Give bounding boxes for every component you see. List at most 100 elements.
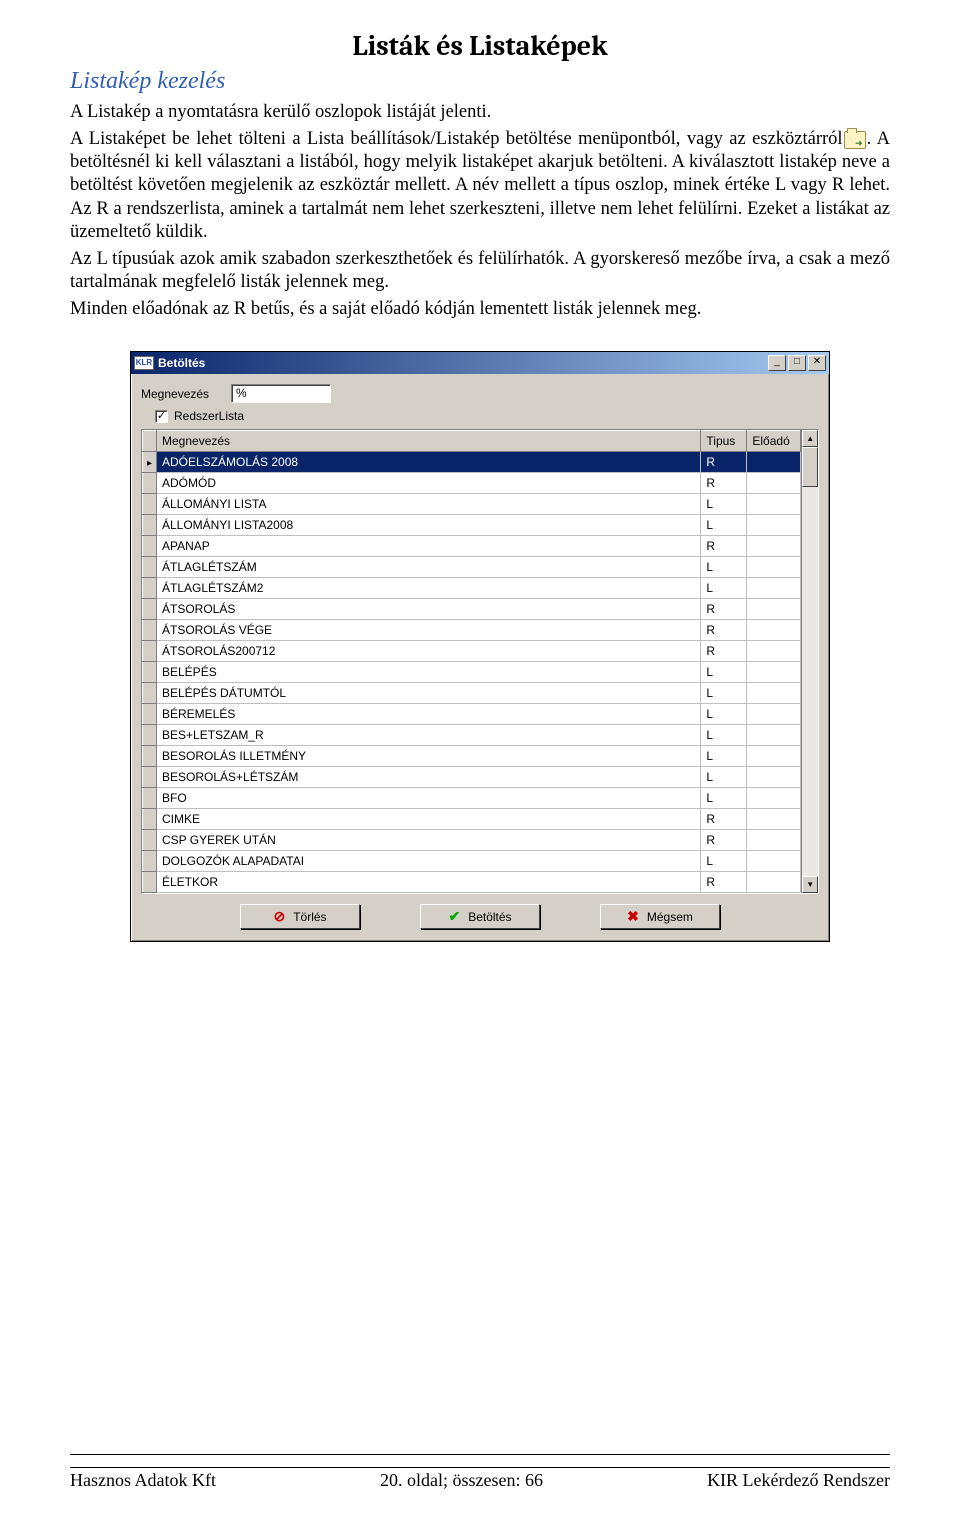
cell-eloado[interactable] [747, 767, 801, 788]
scroll-up-icon[interactable]: ▲ [802, 430, 818, 447]
cell-eloado[interactable] [747, 620, 801, 641]
table-row[interactable]: ADÓELSZÁMOLÁS 2008R [143, 452, 801, 473]
table-row[interactable]: BESOROLÁS+LÉTSZÁML [143, 767, 801, 788]
scroll-track[interactable] [802, 447, 818, 876]
cell-tipus[interactable]: R [701, 641, 747, 662]
cell-tipus[interactable]: L [701, 515, 747, 536]
table-row[interactable]: CIMKER [143, 809, 801, 830]
maximize-button[interactable]: □ [788, 355, 806, 371]
system-list-checkbox[interactable] [155, 410, 168, 423]
cell-eloado[interactable] [747, 578, 801, 599]
cell-megnevezes[interactable]: CIMKE [157, 809, 701, 830]
cell-megnevezes[interactable]: ADÓMÓD [157, 473, 701, 494]
table-row[interactable]: DOLGOZÓK ALAPADATAIL [143, 851, 801, 872]
titlebar[interactable]: KLR Betöltés _ □ ✕ [131, 352, 829, 374]
cell-eloado[interactable] [747, 641, 801, 662]
table-row[interactable]: BELÉPÉSL [143, 662, 801, 683]
cell-eloado[interactable] [747, 809, 801, 830]
cell-tipus[interactable]: R [701, 452, 747, 473]
cell-eloado[interactable] [747, 452, 801, 473]
cell-eloado[interactable] [747, 599, 801, 620]
cell-tipus[interactable]: L [701, 557, 747, 578]
cell-eloado[interactable] [747, 872, 801, 893]
cell-megnevezes[interactable]: ÁLLOMÁNYI LISTA [157, 494, 701, 515]
table-row[interactable]: ÁTLAGLÉTSZÁML [143, 557, 801, 578]
cell-tipus[interactable]: L [701, 851, 747, 872]
cell-tipus[interactable]: L [701, 662, 747, 683]
cell-megnevezes[interactable]: ÁTLAGLÉTSZÁM [157, 557, 701, 578]
cell-megnevezes[interactable]: ÁTSOROLÁS VÉGE [157, 620, 701, 641]
cell-megnevezes[interactable]: CSP GYEREK UTÁN [157, 830, 701, 851]
cell-tipus[interactable]: R [701, 620, 747, 641]
cell-megnevezes[interactable]: BÉREMELÉS [157, 704, 701, 725]
cell-eloado[interactable] [747, 494, 801, 515]
cell-megnevezes[interactable]: ÉLETKOR [157, 872, 701, 893]
cell-megnevezes[interactable]: BELÉPÉS [157, 662, 701, 683]
cell-eloado[interactable] [747, 473, 801, 494]
cell-eloado[interactable] [747, 704, 801, 725]
cell-megnevezes[interactable]: ÁTLAGLÉTSZÁM2 [157, 578, 701, 599]
cell-eloado[interactable] [747, 830, 801, 851]
cell-eloado[interactable] [747, 851, 801, 872]
cell-tipus[interactable]: R [701, 473, 747, 494]
col-header-megnevezes[interactable]: Megnevezés [157, 431, 701, 452]
cell-tipus[interactable]: R [701, 599, 747, 620]
list-grid[interactable]: Megnevezés Tipus Előadó ADÓELSZÁMOLÁS 20… [142, 430, 801, 893]
cell-tipus[interactable]: L [701, 578, 747, 599]
table-row[interactable]: BFOL [143, 788, 801, 809]
col-header-eloado[interactable]: Előadó [747, 431, 801, 452]
cell-tipus[interactable]: L [701, 494, 747, 515]
cell-megnevezes[interactable]: BESOROLÁS+LÉTSZÁM [157, 767, 701, 788]
table-row[interactable]: APANAPR [143, 536, 801, 557]
cell-tipus[interactable]: L [701, 704, 747, 725]
cell-tipus[interactable]: R [701, 830, 747, 851]
vertical-scrollbar[interactable]: ▲ ▼ [801, 430, 818, 893]
cell-tipus[interactable]: L [701, 746, 747, 767]
cell-tipus[interactable]: L [701, 725, 747, 746]
table-row[interactable]: ÁLLOMÁNYI LISTA2008L [143, 515, 801, 536]
cell-tipus[interactable]: L [701, 683, 747, 704]
cell-megnevezes[interactable]: ÁTSOROLÁS200712 [157, 641, 701, 662]
cell-tipus[interactable]: R [701, 872, 747, 893]
table-row[interactable]: BELÉPÉS DÁTUMTÓLL [143, 683, 801, 704]
cell-eloado[interactable] [747, 788, 801, 809]
cell-tipus[interactable]: L [701, 767, 747, 788]
table-row[interactable]: BÉREMELÉSL [143, 704, 801, 725]
table-row[interactable]: BESOROLÁS ILLETMÉNYL [143, 746, 801, 767]
cell-eloado[interactable] [747, 557, 801, 578]
close-button[interactable]: ✕ [808, 355, 826, 371]
table-row[interactable]: ÉLETKORR [143, 872, 801, 893]
delete-button[interactable]: ⊘ Törlés [240, 904, 360, 929]
scroll-thumb[interactable] [802, 447, 818, 487]
cell-megnevezes[interactable]: DOLGOZÓK ALAPADATAI [157, 851, 701, 872]
table-row[interactable]: ÁTSOROLÁS200712R [143, 641, 801, 662]
cancel-button[interactable]: ✖ Mégsem [600, 904, 720, 929]
table-row[interactable]: ÁTSOROLÁS VÉGER [143, 620, 801, 641]
table-row[interactable]: BES+LETSZAM_RL [143, 725, 801, 746]
table-row[interactable]: CSP GYEREK UTÁNR [143, 830, 801, 851]
cell-tipus[interactable]: R [701, 536, 747, 557]
col-header-tipus[interactable]: Tipus [701, 431, 747, 452]
table-row[interactable]: ÁLLOMÁNYI LISTAL [143, 494, 801, 515]
load-button[interactable]: ✔ Betöltés [420, 904, 540, 929]
cell-megnevezes[interactable]: ADÓELSZÁMOLÁS 2008 [157, 452, 701, 473]
cell-eloado[interactable] [747, 515, 801, 536]
cell-eloado[interactable] [747, 683, 801, 704]
cell-megnevezes[interactable]: BESOROLÁS ILLETMÉNY [157, 746, 701, 767]
cell-eloado[interactable] [747, 725, 801, 746]
cell-megnevezes[interactable]: BELÉPÉS DÁTUMTÓL [157, 683, 701, 704]
minimize-button[interactable]: _ [768, 355, 786, 371]
scroll-down-icon[interactable]: ▼ [802, 876, 818, 893]
cell-eloado[interactable] [747, 746, 801, 767]
cell-megnevezes[interactable]: BFO [157, 788, 701, 809]
search-input[interactable]: % [231, 384, 331, 403]
cell-megnevezes[interactable]: APANAP [157, 536, 701, 557]
cell-megnevezes[interactable]: ÁTSOROLÁS [157, 599, 701, 620]
cell-megnevezes[interactable]: ÁLLOMÁNYI LISTA2008 [157, 515, 701, 536]
table-row[interactable]: ADÓMÓDR [143, 473, 801, 494]
table-row[interactable]: ÁTLAGLÉTSZÁM2L [143, 578, 801, 599]
cell-tipus[interactable]: L [701, 788, 747, 809]
cell-tipus[interactable]: R [701, 809, 747, 830]
cell-eloado[interactable] [747, 662, 801, 683]
table-row[interactable]: ÁTSOROLÁSR [143, 599, 801, 620]
